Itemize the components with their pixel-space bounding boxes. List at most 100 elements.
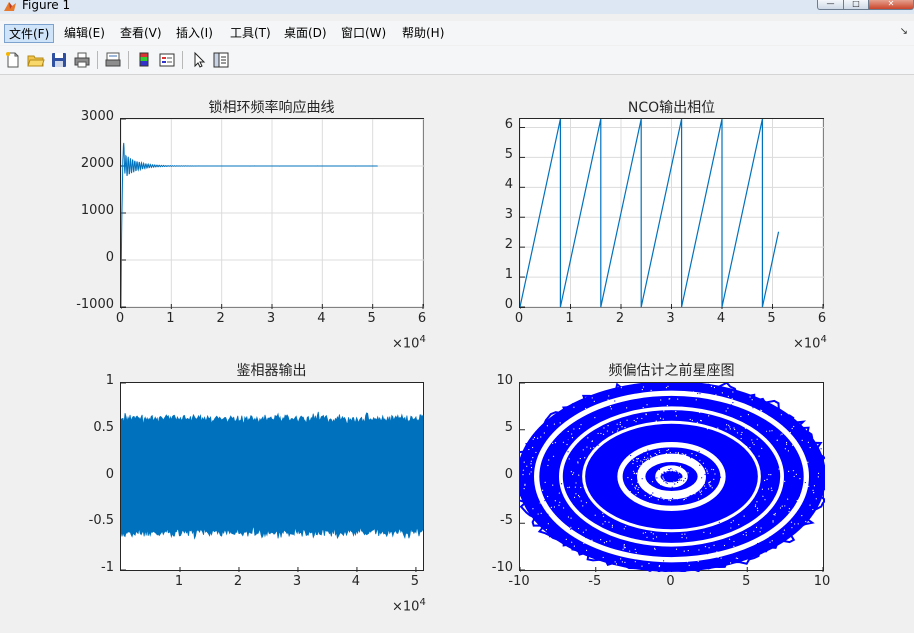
constellation-point: [634, 468, 636, 471]
save-icon[interactable]: [50, 51, 68, 69]
constellation-point: [608, 521, 610, 523]
legend-icon[interactable]: [158, 51, 176, 69]
constellation-point: [699, 490, 701, 492]
constellation-point: [801, 439, 803, 441]
constellation-point: [569, 478, 571, 480]
constellation-point: [657, 499, 659, 501]
constellation-point: [795, 473, 797, 475]
constellation-point: [716, 532, 718, 534]
constellation-point: [685, 553, 687, 555]
constellation-point: [685, 492, 687, 494]
window-controls: — □ ✕: [817, 0, 914, 10]
constellation-point: [630, 454, 632, 457]
y-tick-label: -5: [500, 513, 513, 529]
constellation-point: [660, 480, 662, 482]
constellation-point: [580, 500, 582, 502]
constellation-point: [634, 561, 636, 563]
menu-insert[interactable]: 插入(I): [172, 24, 217, 43]
constellation-point: [662, 418, 664, 420]
constellation-point: [676, 498, 678, 500]
axes-box[interactable]: [519, 118, 825, 309]
close-button[interactable]: ✕: [869, 0, 914, 10]
constellation-point: [749, 396, 751, 398]
constellation-point: [602, 433, 605, 436]
constellation-point: [721, 392, 723, 394]
constellation-point: [621, 426, 623, 428]
constellation-point: [588, 439, 590, 441]
pointer-icon[interactable]: [190, 51, 208, 69]
constellation-point: [573, 545, 575, 547]
constellation-point: [704, 398, 707, 401]
constellation-point: [656, 536, 658, 538]
x-tick-label: 6: [817, 311, 827, 326]
constellation-point: [785, 429, 787, 431]
constellation-point: [570, 517, 572, 519]
constellation-point: [783, 529, 786, 531]
menu-tools[interactable]: 工具(T): [226, 24, 275, 43]
open-file-icon[interactable]: [27, 51, 45, 69]
maximize-button[interactable]: □: [844, 0, 869, 10]
constellation-point: [808, 485, 810, 487]
constellation-point: [706, 461, 708, 463]
constellation-point: [711, 487, 713, 489]
constellation-point: [560, 483, 563, 485]
constellation-point: [682, 455, 684, 457]
constellation-point: [797, 523, 799, 525]
constellation-point: [597, 444, 599, 446]
menu-file[interactable]: 文件(F): [4, 24, 55, 43]
constellation-point: [600, 409, 602, 411]
constellation-point: [763, 461, 765, 463]
constellation-point: [809, 451, 811, 453]
new-figure-icon[interactable]: [4, 51, 22, 69]
constellation-point: [787, 450, 790, 452]
constellation-point: [559, 430, 561, 432]
constellation-point: [542, 481, 545, 483]
y-tick-label: -1000: [76, 297, 114, 312]
property-editor-icon[interactable]: [212, 51, 230, 69]
print-icon[interactable]: [73, 51, 91, 69]
constellation-point: [614, 561, 616, 563]
constellation-point: [663, 471, 665, 473]
constellation-point: [741, 431, 743, 434]
constellation-point: [774, 514, 776, 516]
minimize-button[interactable]: —: [817, 0, 844, 10]
constellation-point: [602, 523, 604, 525]
axes-box[interactable]: [120, 382, 424, 572]
menu-overflow-icon[interactable]: ↘: [900, 26, 908, 37]
colorbar-icon[interactable]: [135, 51, 153, 69]
print-preview-icon[interactable]: [104, 51, 122, 69]
menu-edit[interactable]: 编辑(E): [60, 24, 109, 43]
constellation-point: [652, 492, 654, 494]
constellation-point: [817, 476, 819, 478]
menu-view[interactable]: 查看(V): [116, 24, 166, 43]
constellation-point: [665, 387, 668, 389]
axes-box[interactable]: [519, 382, 825, 572]
constellation-point: [650, 389, 652, 391]
constellation-point: [642, 386, 645, 388]
constellation-point: [597, 432, 599, 435]
menu-desktop[interactable]: 桌面(D): [280, 24, 331, 43]
menu-help[interactable]: 帮助(H): [398, 24, 448, 43]
constellation-point: [733, 540, 735, 543]
constellation-point: [795, 472, 797, 474]
constellation-point: [554, 442, 557, 444]
constellation-point: [560, 431, 562, 433]
constellation-point: [621, 561, 624, 563]
constellation-point: [694, 493, 696, 495]
constellation-point: [634, 486, 636, 488]
constellation-point: [728, 424, 730, 426]
constellation-point: [523, 459, 525, 461]
constellation-point: [799, 478, 801, 480]
constellation-point: [567, 543, 569, 545]
constellation-point: [573, 496, 576, 498]
menu-window[interactable]: 窗口(W): [337, 24, 390, 43]
constellation-point: [539, 502, 541, 504]
axes-box[interactable]: [120, 118, 425, 309]
constellation-point: [623, 528, 625, 530]
x-tick-label: 3: [292, 574, 302, 589]
constellation-point: [738, 551, 740, 554]
constellation-point: [584, 457, 586, 459]
constellation-point: [590, 417, 592, 420]
constellation-point: [717, 427, 719, 429]
constellation-point: [681, 533, 683, 535]
